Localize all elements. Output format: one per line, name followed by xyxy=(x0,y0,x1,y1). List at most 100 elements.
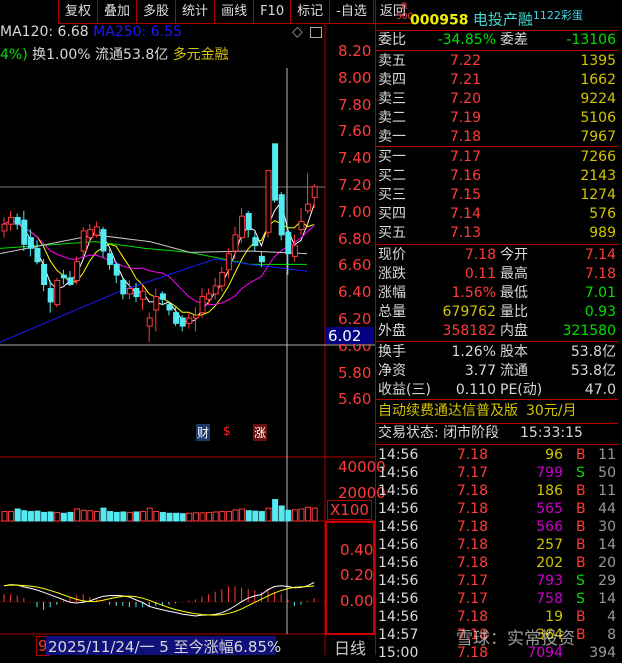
volume-bar xyxy=(166,512,173,522)
candle-body xyxy=(232,234,239,252)
candle-body xyxy=(100,229,107,252)
tick-side: S xyxy=(576,573,585,589)
tick-price: 7.18 xyxy=(456,447,488,463)
cell: 净资 xyxy=(378,363,406,379)
stock-name: 电投产融 xyxy=(472,10,533,29)
tick-side: S xyxy=(576,465,585,481)
price-tick: 6.80 xyxy=(338,229,372,248)
candle-body xyxy=(179,317,186,327)
level-volume: 9224 xyxy=(580,91,616,107)
price-tick: 7.40 xyxy=(338,149,372,168)
volume-bar xyxy=(206,511,213,522)
tick-row: 14:56 7.18 566 B 30 xyxy=(378,518,616,537)
cell: 内盘 xyxy=(500,323,528,339)
kline-chart[interactable] xyxy=(0,0,375,655)
level-volume: 5106 xyxy=(580,110,616,126)
volume-bar xyxy=(100,507,107,522)
tick-time: 14:56 xyxy=(378,609,419,625)
period-daily-button[interactable]: 日线 xyxy=(334,635,366,659)
tick-volume: 799 xyxy=(536,465,563,481)
volume-bar xyxy=(87,510,94,522)
volume-bar xyxy=(120,511,127,522)
cell: 现价 xyxy=(378,247,406,263)
volume-bar xyxy=(212,511,219,522)
tick-volume: 96 xyxy=(545,447,563,463)
candle-body xyxy=(80,230,87,252)
volume-bar xyxy=(47,511,54,522)
tick-count: 20 xyxy=(598,555,616,571)
tick-price: 7.18 xyxy=(456,501,488,517)
tick-row: 14:56 7.18 257 B 14 xyxy=(378,536,616,555)
candle-body xyxy=(74,261,81,281)
volume-bar xyxy=(126,511,133,522)
tick-count: 50 xyxy=(598,465,616,481)
renewal-ad[interactable]: 自动续费通达信普及版 30元/月 xyxy=(378,402,616,421)
low-price-label: 6.02 xyxy=(326,327,374,345)
tick-volume: 186 xyxy=(536,483,563,499)
candle-body xyxy=(120,279,127,295)
volume-bar xyxy=(107,511,114,522)
volume-bar xyxy=(285,509,292,522)
volume-bar xyxy=(14,508,21,522)
cell: 1.26% xyxy=(451,344,496,360)
tick-side: B xyxy=(576,447,586,463)
cell: 7.14 xyxy=(584,247,616,263)
volume-bar xyxy=(232,509,239,522)
cell: 量比 xyxy=(500,304,528,320)
cell: 7.18 xyxy=(464,247,496,263)
cell: 0.93 xyxy=(584,304,616,320)
sell-level: 卖三 7.20 9224 xyxy=(378,90,616,109)
tick-row: 14:56 7.18 202 B 20 xyxy=(378,554,616,573)
tick-price: 7.17 xyxy=(456,573,488,589)
level-price: 7.14 xyxy=(449,206,481,222)
volume-bar xyxy=(278,505,285,522)
tick-count: 394 xyxy=(589,645,616,661)
volume-unit: X100 xyxy=(327,500,372,520)
rise-marker[interactable]: 涨 xyxy=(253,424,268,441)
tick-time: 14:56 xyxy=(378,483,419,499)
candle-body xyxy=(67,277,74,285)
buy-level: 买五 7.13 989 xyxy=(378,224,616,243)
volume-bar xyxy=(1,511,8,522)
candle-body xyxy=(212,285,219,295)
volume-bar xyxy=(80,509,87,522)
range-change-info: 2025/11/24/一 5 至今涨幅6.85% xyxy=(46,636,282,656)
tick-row: 14:56 7.17 799 S 50 xyxy=(378,464,616,483)
volume-bar xyxy=(140,511,147,522)
level-label: 卖二 xyxy=(378,110,406,126)
candle-body xyxy=(133,288,140,298)
level-price: 7.15 xyxy=(449,187,481,203)
level-label: 卖四 xyxy=(378,72,406,88)
dollar-marker[interactable]: $ xyxy=(223,424,231,438)
candle-body xyxy=(47,288,54,303)
candle-body xyxy=(166,304,173,311)
level-label: 买五 xyxy=(378,225,406,241)
volume-bar xyxy=(159,511,166,522)
price-tick: 7.20 xyxy=(338,176,372,194)
tick-row: 14:56 7.18 565 B 44 xyxy=(378,500,616,519)
price-tick: 6.40 xyxy=(338,283,372,302)
volume-bar xyxy=(27,511,34,522)
candle-body xyxy=(34,247,41,263)
finance-marker[interactable]: 财 xyxy=(196,424,211,441)
candle-body xyxy=(272,143,279,201)
level-price: 7.20 xyxy=(449,91,481,107)
cell: 涨幅 xyxy=(378,285,406,301)
level-price: 7.22 xyxy=(449,53,481,69)
tick-time: 14:56 xyxy=(378,573,419,589)
candle-body xyxy=(113,263,120,276)
cell: 最低 xyxy=(500,285,528,301)
level-volume: 7266 xyxy=(580,149,616,165)
volume-bar xyxy=(192,512,199,522)
buy-level: 买一 7.17 7266 xyxy=(378,148,616,167)
tick-volume: 202 xyxy=(536,555,563,571)
tick-side: B xyxy=(576,627,586,643)
level-volume: 989 xyxy=(589,225,616,241)
level-label: 买一 xyxy=(378,149,406,165)
price-tick: 8.00 xyxy=(338,68,372,87)
volume-bar xyxy=(245,510,252,522)
sell-level: 卖二 7.19 5106 xyxy=(378,109,616,128)
volume-bar xyxy=(265,507,272,522)
macd-axis-000: 0.00 xyxy=(340,592,374,610)
volume-bar xyxy=(199,512,206,522)
